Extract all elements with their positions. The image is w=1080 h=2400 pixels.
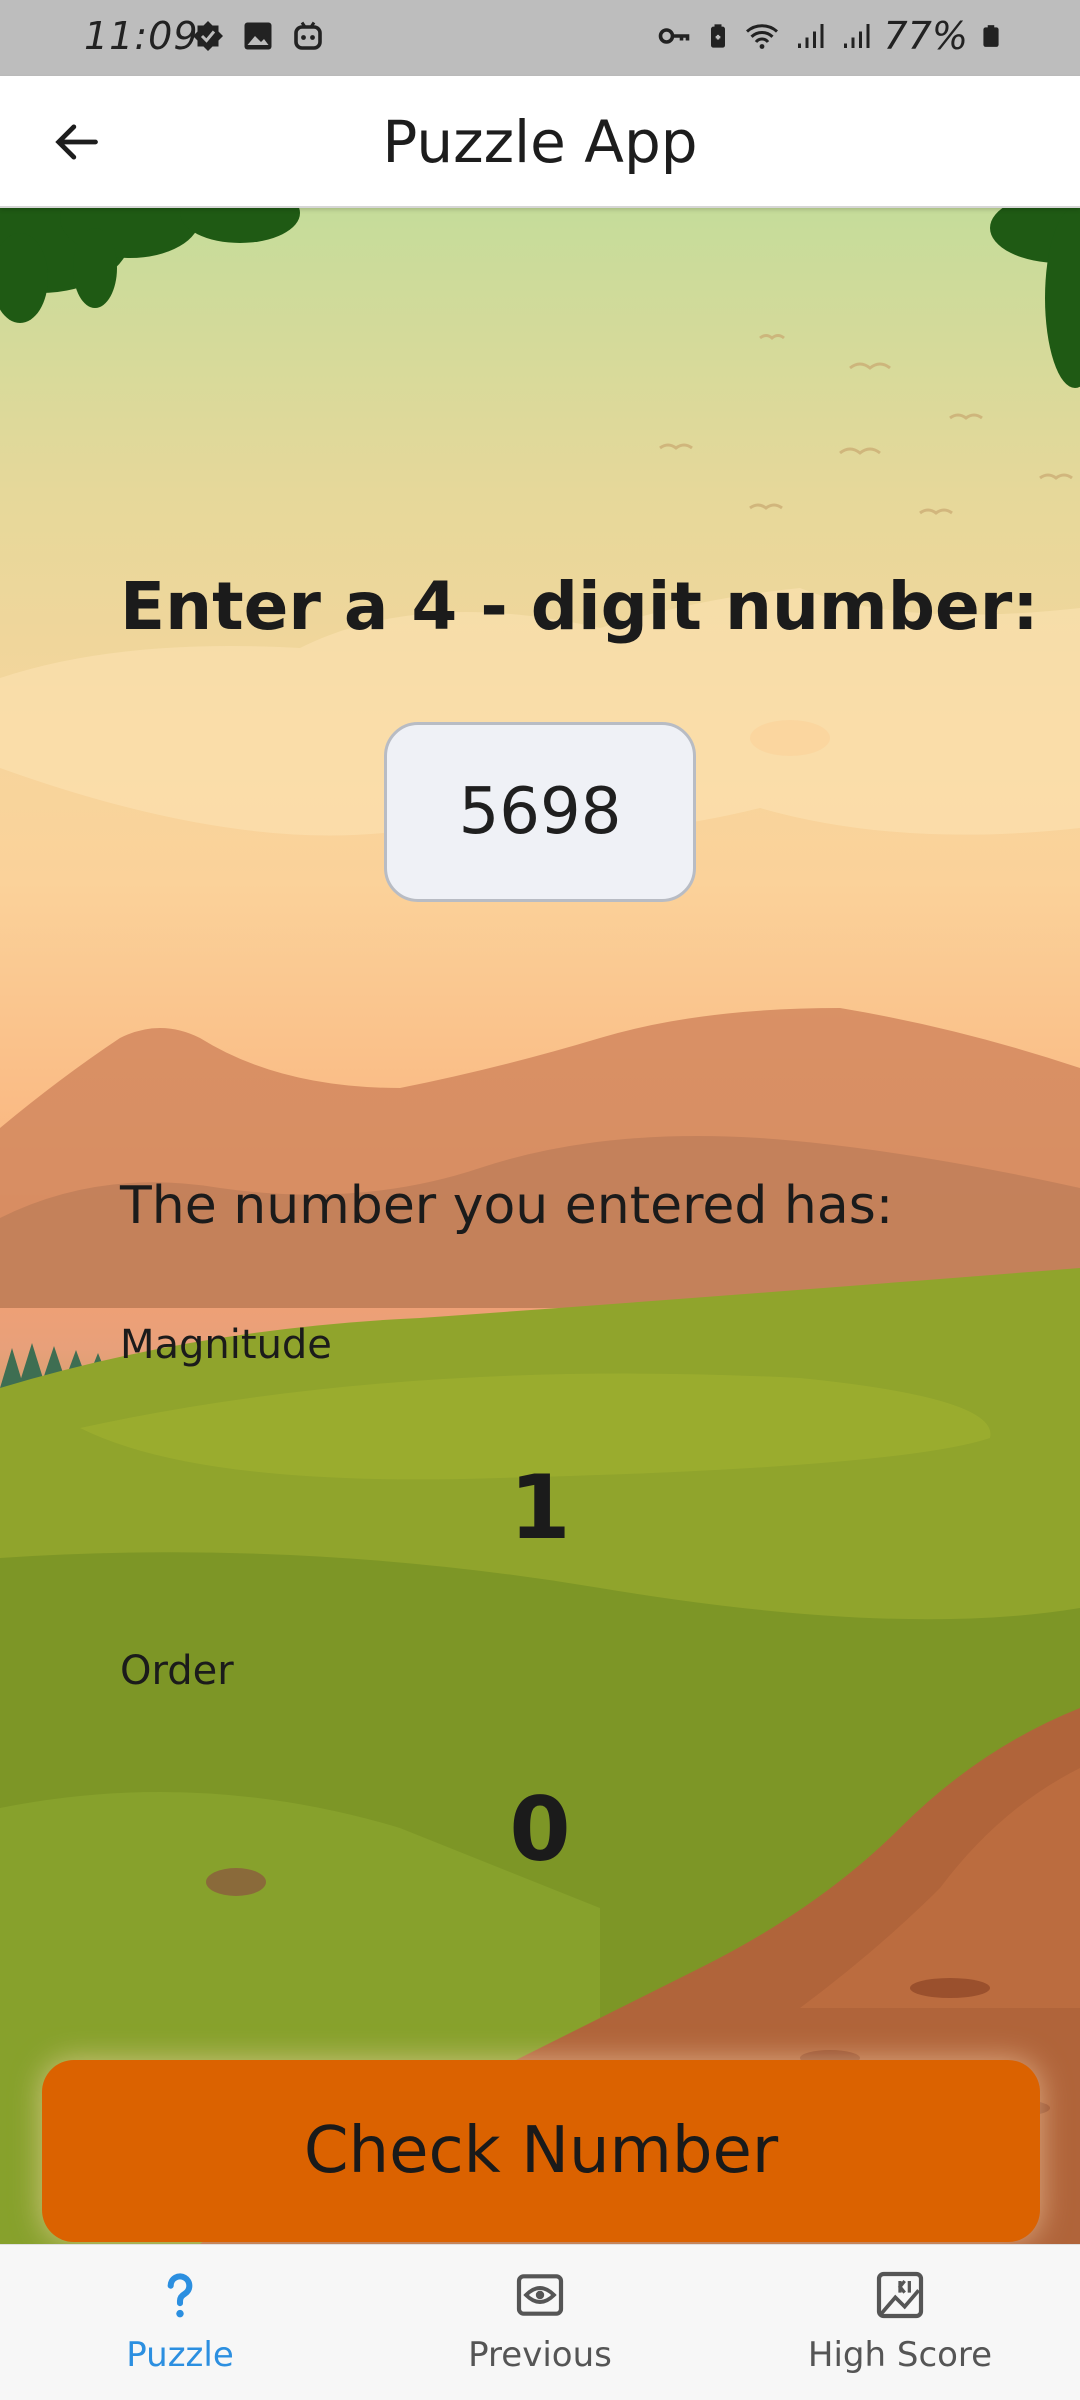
number-input[interactable] <box>384 722 696 902</box>
image-icon <box>244 22 272 50</box>
order-value: 0 <box>509 1778 571 1881</box>
status-system-icons: 77% <box>654 14 1004 58</box>
eye-icon <box>512 2267 568 2323</box>
signal-icon <box>843 24 870 48</box>
wifi-icon <box>745 24 778 49</box>
magnitude-label: Magnitude <box>120 1322 332 1368</box>
status-notification-icons <box>190 18 326 54</box>
nav-label-previous: Previous <box>468 2335 612 2375</box>
result-intro: The number you entered has: <box>120 1176 894 1236</box>
status-bar: 11:09 77% <box>0 0 1080 76</box>
question-mark-icon <box>152 2267 208 2323</box>
order-label: Order <box>120 1648 234 1694</box>
app-bar: Puzzle App <box>0 76 1080 208</box>
checkmark-badge-icon <box>193 21 223 51</box>
nav-label-puzzle: Puzzle <box>126 2335 234 2375</box>
robot-icon <box>294 21 322 50</box>
scoreboard-icon <box>872 2267 928 2323</box>
battery-saver-icon <box>710 24 725 48</box>
nav-item-previous[interactable]: Previous <box>360 2245 720 2400</box>
bottom-navigation: Puzzle Previous High Score <box>0 2244 1080 2400</box>
battery-percentage: 77% <box>883 14 968 58</box>
check-number-button[interactable]: Check Number <box>42 2060 1040 2242</box>
battery-icon <box>983 25 999 47</box>
prompt-label: Enter a 4 - digit number: <box>120 568 1039 645</box>
nav-item-puzzle[interactable]: Puzzle <box>0 2245 360 2400</box>
signal-icon <box>797 24 824 48</box>
magnitude-value: 1 <box>509 1456 571 1559</box>
nav-item-high-score[interactable]: High Score <box>720 2245 1080 2400</box>
key-icon <box>658 28 689 44</box>
nav-label-high-score: High Score <box>807 2335 993 2375</box>
status-time: 11:09 <box>84 14 199 58</box>
page-title: Puzzle App <box>382 108 698 176</box>
